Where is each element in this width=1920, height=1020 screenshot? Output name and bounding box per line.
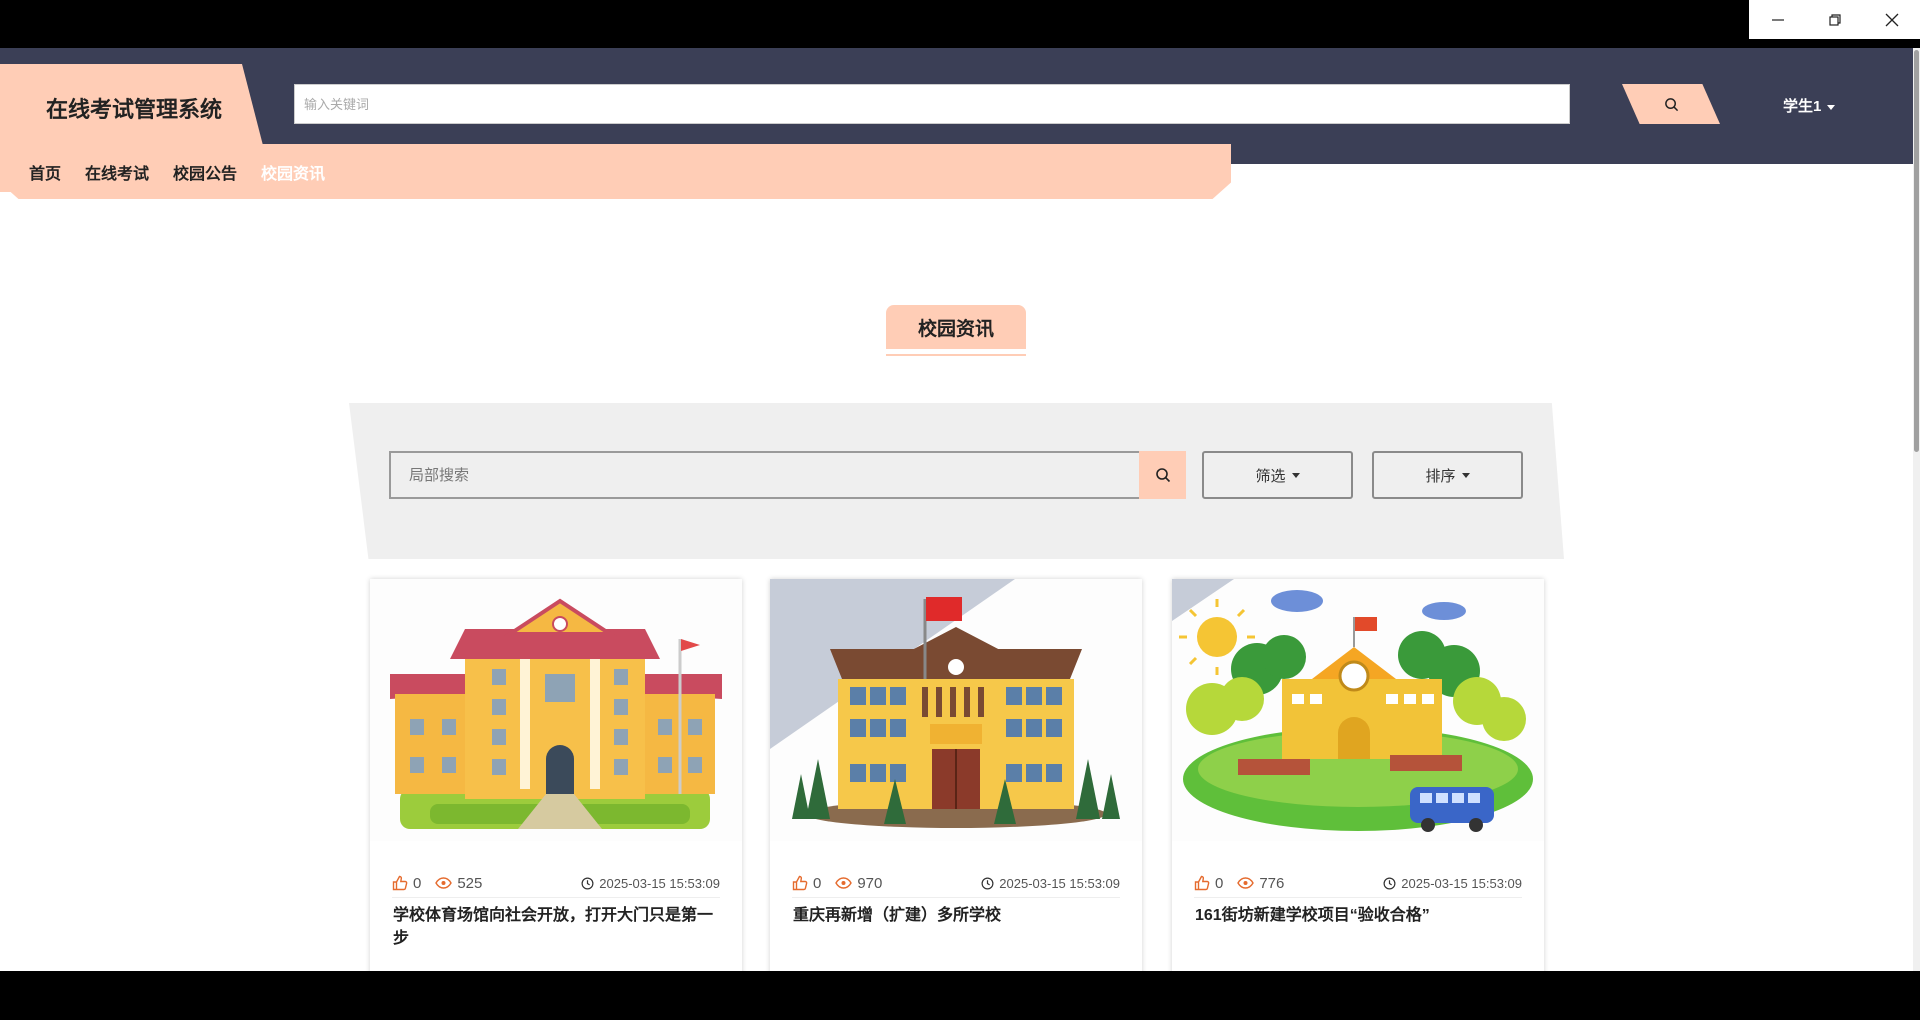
school-building-illustration bbox=[370, 579, 742, 841]
news-card-meta: 0 970 2025-03-15 15:53:09 bbox=[792, 869, 1120, 898]
global-search-input[interactable] bbox=[294, 84, 1570, 124]
news-card-title[interactable]: 学校体育场馆向社会开放，打开大门只是第一步 bbox=[393, 904, 720, 950]
restore-button[interactable] bbox=[1815, 4, 1855, 36]
nav-item-online-exam[interactable]: 在线考试 bbox=[85, 160, 149, 184]
news-card-image bbox=[1172, 579, 1544, 841]
search-icon bbox=[1155, 468, 1170, 483]
eye-icon bbox=[435, 877, 453, 889]
news-card[interactable]: 0 525 2025-03-15 15:53:09 学校体育场馆向社会开放，打开… bbox=[370, 579, 742, 971]
close-button[interactable] bbox=[1872, 4, 1912, 36]
sort-label: 排序 bbox=[1425, 467, 1456, 485]
bottom-bar bbox=[0, 971, 1920, 1020]
search-icon bbox=[1664, 97, 1678, 111]
thumbs-up-icon bbox=[1194, 875, 1210, 891]
local-search-button[interactable] bbox=[1139, 451, 1186, 499]
news-card-title[interactable]: 重庆再新增（扩建）多所学校 bbox=[793, 904, 1120, 927]
publish-date: 2025-03-15 15:53:09 bbox=[581, 876, 720, 891]
thumbs-up-icon bbox=[392, 875, 408, 891]
nav-item-campus-news[interactable]: 校园资讯 bbox=[261, 160, 325, 184]
clock-icon bbox=[581, 877, 594, 889]
eye-icon bbox=[1237, 877, 1255, 889]
site-title: 在线考试管理系统 bbox=[46, 97, 223, 122]
nav-item-announcements[interactable]: 校园公告 bbox=[173, 160, 237, 184]
like-count[interactable]: 0 bbox=[1194, 875, 1223, 892]
filter-label: 筛选 bbox=[1255, 467, 1286, 485]
news-card-image bbox=[770, 579, 1142, 841]
page-viewport: 在线考试管理系统 学生1 首页 在线考试 校园公告 校园资讯 校园资讯 筛选 排… bbox=[0, 48, 1920, 971]
school-building-illustration bbox=[770, 579, 1142, 841]
filter-dropdown-button[interactable]: 筛选 bbox=[1202, 451, 1353, 499]
window-title-bar bbox=[0, 0, 1920, 48]
chevron-down-icon bbox=[1461, 472, 1470, 478]
minimize-button[interactable] bbox=[1758, 4, 1798, 36]
publish-date: 2025-03-15 15:53:09 bbox=[1383, 876, 1522, 891]
chevron-down-icon bbox=[1827, 104, 1836, 110]
clock-icon bbox=[981, 877, 994, 889]
scrollbar-thumb[interactable] bbox=[1914, 50, 1919, 452]
user-menu[interactable]: 学生1 bbox=[1783, 95, 1836, 116]
section-title: 校园资讯 bbox=[886, 305, 1026, 349]
nav-item-home[interactable]: 首页 bbox=[29, 160, 61, 184]
thumbs-up-icon bbox=[792, 875, 808, 891]
view-count: 776 bbox=[1237, 875, 1284, 892]
clock-icon bbox=[1383, 877, 1396, 889]
sort-dropdown-button[interactable]: 排序 bbox=[1372, 451, 1523, 499]
section-underline bbox=[886, 354, 1026, 356]
publish-date: 2025-03-15 15:53:09 bbox=[981, 876, 1120, 891]
like-count[interactable]: 0 bbox=[392, 875, 421, 892]
main-nav: 首页 在线考试 校园公告 校园资讯 bbox=[0, 144, 1231, 199]
minimize-icon bbox=[1771, 18, 1784, 21]
restore-icon bbox=[1828, 13, 1841, 26]
user-name: 学生1 bbox=[1783, 98, 1822, 115]
page-scrollbar[interactable] bbox=[1913, 48, 1920, 971]
local-search-input[interactable] bbox=[389, 451, 1139, 499]
eye-icon bbox=[835, 877, 853, 889]
news-card-meta: 0 776 2025-03-15 15:53:09 bbox=[1194, 869, 1522, 898]
news-card[interactable]: 0 776 2025-03-15 15:53:09 161街坊新建学校项目“验收… bbox=[1172, 579, 1544, 971]
news-card[interactable]: 0 970 2025-03-15 15:53:09 重庆再新增（扩建）多所学校 bbox=[770, 579, 1142, 971]
news-card-meta: 0 525 2025-03-15 15:53:09 bbox=[392, 869, 720, 898]
news-card-title[interactable]: 161街坊新建学校项目“验收合格” bbox=[1195, 904, 1522, 927]
like-count[interactable]: 0 bbox=[792, 875, 821, 892]
view-count: 970 bbox=[835, 875, 882, 892]
school-scene-illustration bbox=[1172, 579, 1544, 841]
close-icon bbox=[1885, 13, 1898, 26]
news-card-image bbox=[370, 579, 742, 841]
chevron-down-icon bbox=[1291, 472, 1300, 478]
window-controls bbox=[1749, 0, 1920, 39]
view-count: 525 bbox=[435, 875, 482, 892]
